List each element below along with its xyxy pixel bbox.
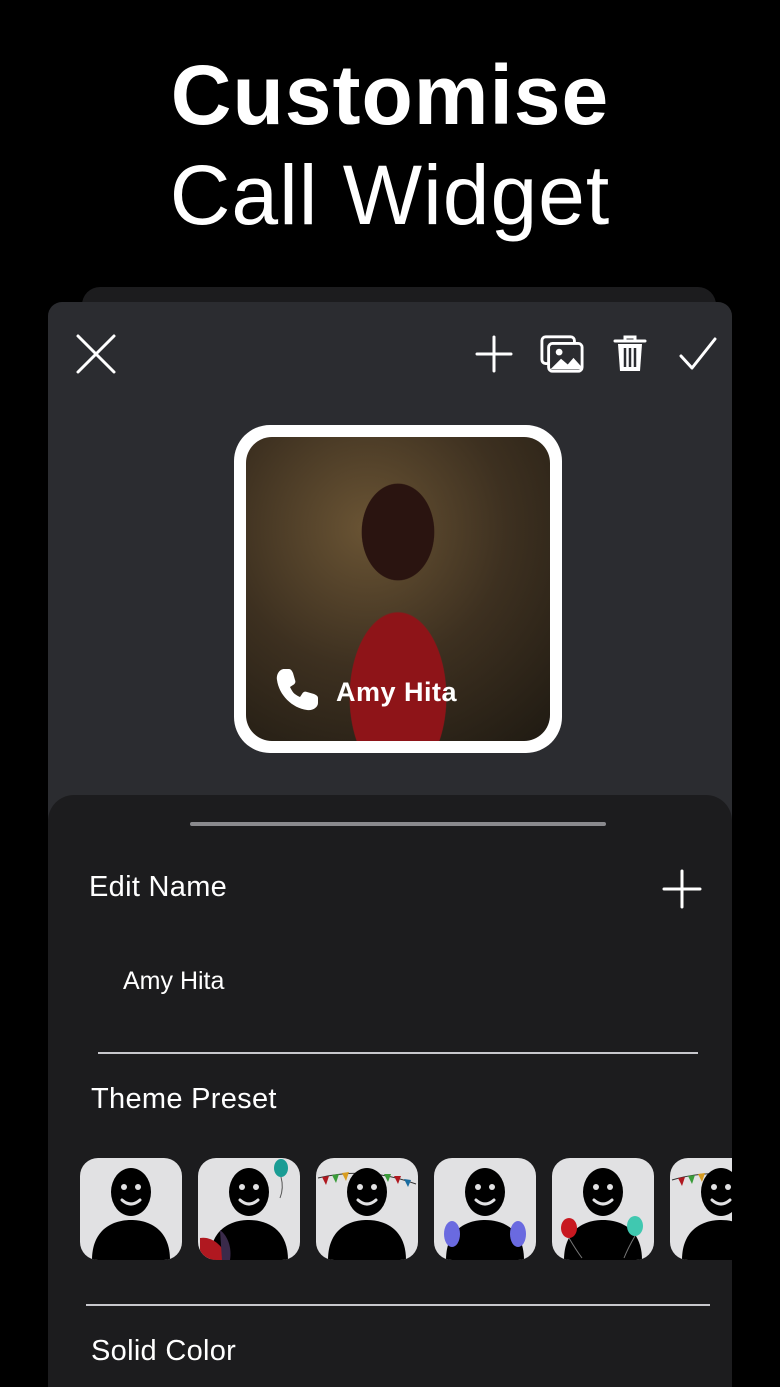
theme-preset-label: Theme Preset [91, 1083, 277, 1115]
widget-name-row: Amy Hita [272, 665, 457, 720]
plus-icon[interactable] [472, 332, 516, 376]
edit-name-label: Edit Name [89, 871, 228, 903]
theme-preset-blue-balloons[interactable] [434, 1158, 536, 1260]
contact-photo: Amy Hita [246, 437, 550, 741]
theme-preset-plain[interactable] [80, 1158, 182, 1260]
sheet-grabber[interactable] [190, 822, 606, 826]
phone-icon [272, 665, 322, 720]
widget-contact-name: Amy Hita [336, 677, 458, 707]
name-input[interactable]: Amy Hita [123, 967, 224, 996]
close-icon[interactable] [74, 332, 118, 376]
add-name-plus-icon[interactable] [662, 869, 702, 909]
theme-preset-list[interactable] [80, 1158, 732, 1260]
theme-preset-red-teal-balloons[interactable] [552, 1158, 654, 1260]
editor-panel: Amy Hita Edit Name Amy Hita Theme Preset [48, 302, 732, 1387]
trash-icon[interactable] [608, 332, 652, 376]
bottom-sheet: Edit Name Amy Hita Theme Preset Solid Co… [48, 795, 732, 1387]
theme-preset-bunting[interactable] [316, 1158, 418, 1260]
gallery-icon[interactable] [540, 332, 584, 376]
solid-color-label: Solid Color [91, 1335, 237, 1367]
theme-preset-bunting-2[interactable] [670, 1158, 732, 1260]
hero-title-line-1: Customise [170, 48, 610, 142]
call-widget-preview[interactable]: Amy Hita [234, 425, 562, 753]
section-divider [86, 1304, 710, 1306]
name-input-underline [98, 1052, 698, 1054]
theme-preset-balloons-corner[interactable] [198, 1158, 300, 1260]
hero-title-line-2: Call Widget [169, 148, 611, 242]
checkmark-icon[interactable] [676, 332, 720, 376]
